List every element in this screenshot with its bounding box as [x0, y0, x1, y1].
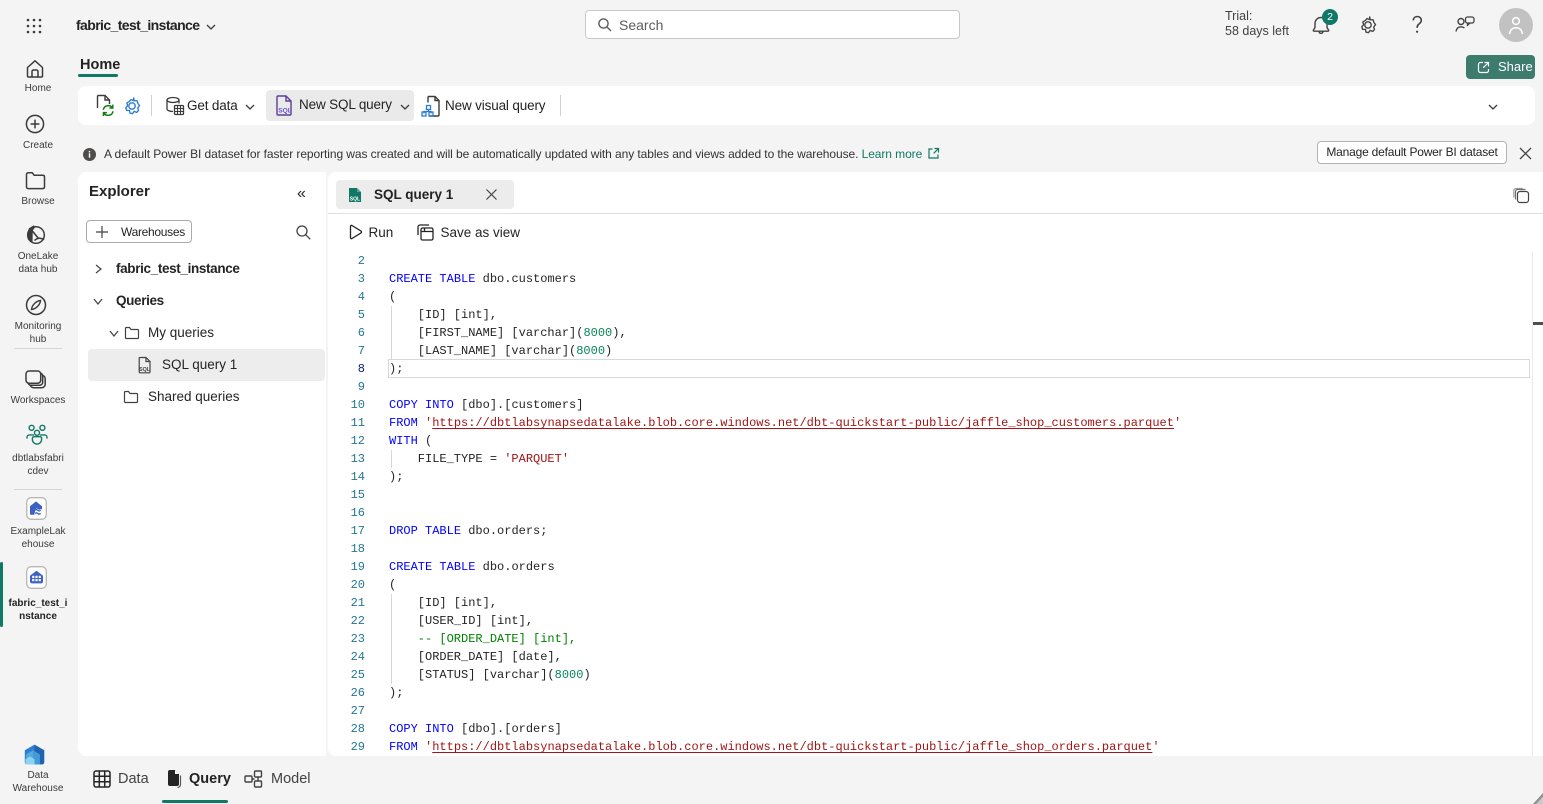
svg-text:SQL: SQL: [350, 197, 360, 203]
svg-text:SQL: SQL: [278, 108, 292, 115]
svg-text:SQL: SQL: [139, 367, 151, 373]
